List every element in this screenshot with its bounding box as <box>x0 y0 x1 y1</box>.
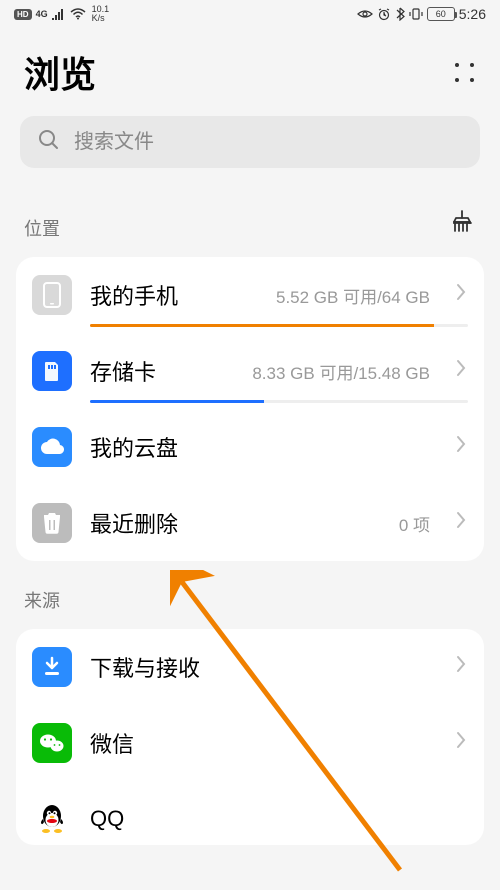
vibrate-icon <box>409 7 423 21</box>
download-icon <box>32 647 72 687</box>
clock-label: 5:26 <box>459 6 486 22</box>
clean-icon[interactable] <box>448 208 476 241</box>
wifi-icon <box>70 8 86 20</box>
net-speed: 10.1 K/s <box>92 5 110 23</box>
section-title-source: 来源 <box>24 587 60 613</box>
page-title: 浏览 <box>24 46 96 98</box>
chevron-right-icon <box>454 653 468 681</box>
section-title-location: 位置 <box>24 215 60 241</box>
search-bar[interactable] <box>20 116 480 168</box>
item-title: 存储卡 <box>90 355 226 387</box>
source-item-downloads[interactable]: 下载与接收 <box>16 629 484 705</box>
storage-progress <box>90 400 468 403</box>
search-icon <box>38 129 60 156</box>
cloud-icon <box>32 427 72 467</box>
location-item-cloud-drive[interactable]: 我的云盘 <box>16 409 484 485</box>
wechat-icon <box>32 723 72 763</box>
item-meta: 8.33 GB 可用/15.48 GB <box>252 359 430 384</box>
chevron-right-icon <box>454 729 468 757</box>
location-card: 我的手机 5.52 GB 可用/64 GB 存储卡 8.33 GB 可用/15.… <box>16 257 484 561</box>
chevron-right-icon <box>454 281 468 309</box>
bluetooth-icon <box>395 7 405 21</box>
chevron-right-icon <box>454 357 468 385</box>
qq-icon <box>32 799 72 839</box>
chevron-right-icon <box>454 433 468 461</box>
battery-indicator: 60 <box>427 7 455 21</box>
section-header-source: 来源 <box>0 567 500 623</box>
search-input[interactable] <box>74 131 462 154</box>
phone-icon <box>32 275 72 315</box>
section-header-location: 位置 <box>0 180 500 251</box>
item-meta: 0 项 <box>399 511 430 536</box>
status-bar: HD 4G 10.1 K/s 60 5:26 <box>0 0 500 28</box>
eye-icon <box>357 8 373 20</box>
item-title: 微信 <box>90 727 430 759</box>
more-menu-button[interactable] <box>452 60 476 84</box>
net-type-label: 4G <box>36 9 48 19</box>
trash-icon <box>32 503 72 543</box>
storage-progress <box>90 324 468 327</box>
alarm-icon <box>377 7 391 21</box>
item-title: 我的手机 <box>90 279 250 311</box>
page-header: 浏览 <box>0 28 500 110</box>
item-title: 最近删除 <box>90 507 373 539</box>
item-title: 我的云盘 <box>90 431 430 463</box>
source-item-qq[interactable]: QQ <box>16 781 484 845</box>
item-title: QQ <box>90 806 468 832</box>
location-item-sd-card[interactable]: 存储卡 8.33 GB 可用/15.48 GB <box>16 333 484 409</box>
signal-icon <box>52 8 66 20</box>
source-card: 下载与接收 微信 QQ <box>16 629 484 845</box>
location-item-recently-deleted[interactable]: 最近删除 0 项 <box>16 485 484 561</box>
item-title: 下载与接收 <box>90 651 430 683</box>
chevron-right-icon <box>454 509 468 537</box>
location-item-my-phone[interactable]: 我的手机 5.52 GB 可用/64 GB <box>16 257 484 333</box>
item-meta: 5.52 GB 可用/64 GB <box>276 283 430 308</box>
source-item-wechat[interactable]: 微信 <box>16 705 484 781</box>
sd-card-icon <box>32 351 72 391</box>
hd-badge: HD <box>14 9 32 20</box>
